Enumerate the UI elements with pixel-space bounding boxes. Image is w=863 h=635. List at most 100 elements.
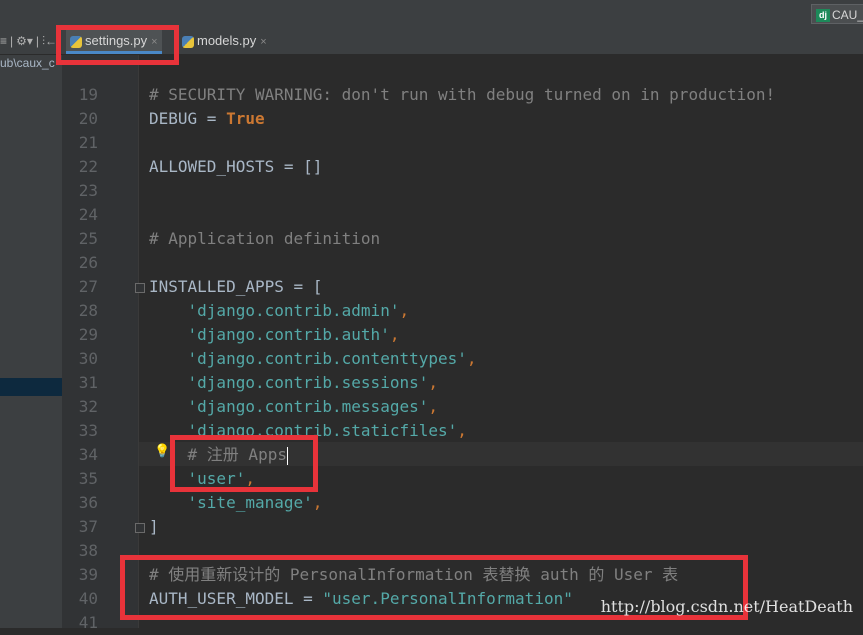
code-text: # SECURITY WARNING: don't run with debug… — [149, 83, 775, 107]
hide-panel-icon[interactable]: ⫶← — [42, 34, 57, 48]
line-number: 33 — [78, 421, 98, 440]
code-token: , — [428, 373, 438, 392]
django-icon: dj — [816, 9, 830, 23]
code-token: ] — [149, 517, 159, 536]
code-line[interactable]: 34 # 注册 Apps — [0, 443, 863, 467]
line-number: 28 — [78, 301, 98, 320]
code-line[interactable]: 33 'django.contrib.staticfiles', — [0, 419, 863, 443]
separator: | — [35, 34, 40, 48]
line-number: 37 — [78, 517, 98, 536]
code-token: 'django.contrib.sessions' — [187, 373, 429, 392]
tab-label: models.py — [197, 33, 257, 48]
line-number: 25 — [78, 229, 98, 248]
line-number: 38 — [78, 541, 98, 560]
code-token: DEBUG = — [149, 109, 227, 128]
collapse-icon[interactable]: ≡ — [0, 34, 7, 48]
code-line[interactable]: 21 — [0, 131, 863, 155]
code-text: 'site_manage', — [149, 491, 323, 515]
line-number: 36 — [78, 493, 98, 512]
code-token: 'django.contrib.admin' — [187, 301, 400, 320]
code-line[interactable]: 22 ALLOWED_HOSTS = [] — [0, 155, 863, 179]
line-number: 41 — [78, 613, 98, 632]
line-number: 39 — [78, 565, 98, 584]
line-number: 22 — [78, 157, 98, 176]
code-line[interactable]: 35 'user', — [0, 467, 863, 491]
code-token: , — [457, 421, 467, 440]
code-token: # SECURITY WARNING: don't run with debug… — [149, 85, 776, 104]
code-token: , — [428, 397, 438, 416]
highlight-box-tab — [56, 25, 179, 65]
run-config-label: CAU_ — [832, 8, 863, 22]
code-token: , — [399, 301, 410, 320]
line-number: 21 — [78, 133, 98, 152]
line-number: 26 — [78, 253, 98, 272]
line-number: 32 — [78, 397, 98, 416]
code-token: ALLOWED_HOSTS = [] — [149, 157, 323, 176]
code-text: 'django.contrib.sessions', — [149, 371, 438, 395]
code-text: ALLOWED_HOSTS = [] — [149, 155, 322, 179]
code-line[interactable]: 30 'django.contrib.contenttypes', — [0, 347, 863, 371]
code-token: # Application definition — [149, 229, 381, 248]
code-line[interactable]: 20 DEBUG = True — [0, 107, 863, 131]
code-token: True — [226, 109, 265, 128]
code-line[interactable]: 32 'django.contrib.messages', — [0, 395, 863, 419]
code-line[interactable]: 27 INSTALLED_APPS = [ — [0, 275, 863, 299]
line-number: 23 — [78, 181, 98, 200]
line-number: 31 — [78, 373, 98, 392]
code-text: INSTALLED_APPS = [ — [149, 275, 322, 299]
code-token: , — [466, 349, 477, 368]
line-number: 19 — [78, 85, 98, 104]
code-line[interactable]: 23 — [0, 179, 863, 203]
line-number: 30 — [78, 349, 98, 368]
code-line[interactable]: 36 'site_manage', — [0, 491, 863, 515]
code-text: 'django.contrib.admin', — [149, 299, 410, 323]
watermark: http://blog.csdn.net/HeatDeath — [600, 597, 853, 616]
code-token: INSTALLED_APPS = [ — [149, 277, 323, 296]
python-file-icon — [182, 35, 194, 48]
code-text: 'django.contrib.contenttypes', — [149, 347, 477, 371]
fold-end-icon[interactable] — [135, 523, 145, 533]
code-text: DEBUG = True — [149, 107, 265, 131]
project-toolbar: ≡ | ⚙▾ | ⫶← — [0, 32, 60, 50]
project-path: ub\caux_c — [0, 56, 55, 70]
code-line[interactable]: 26 — [0, 251, 863, 275]
code-token: , — [389, 325, 400, 344]
close-icon[interactable]: × — [260, 36, 266, 48]
line-number: 34 — [78, 445, 98, 464]
code-line[interactable]: 37] — [0, 515, 863, 539]
fold-start-icon[interactable] — [135, 283, 145, 293]
line-number: 35 — [78, 469, 98, 488]
line-number: 20 — [78, 109, 98, 128]
code-line[interactable]: 19 # SECURITY WARNING: don't run with deb… — [0, 83, 863, 107]
code-text: 'django.contrib.messages', — [149, 395, 438, 419]
line-number: 29 — [78, 325, 98, 344]
gear-icon[interactable]: ⚙▾ — [16, 34, 33, 48]
code-token: 'django.contrib.messages' — [187, 397, 429, 416]
code-token: , — [312, 493, 323, 512]
lightbulb-icon[interactable]: 💡 — [154, 443, 170, 459]
line-number: 40 — [78, 589, 98, 608]
tab-models-py[interactable]: models.py × — [178, 30, 271, 52]
code-text: 'django.contrib.auth', — [149, 323, 400, 347]
line-number: 24 — [78, 205, 98, 224]
code-line[interactable]: 28 'django.contrib.admin', — [0, 299, 863, 323]
line-number: 27 — [78, 277, 98, 296]
separator: | — [10, 34, 14, 48]
highlight-box-apps — [170, 435, 318, 492]
code-line[interactable]: 29 'django.contrib.auth', — [0, 323, 863, 347]
code-line[interactable]: 31 'django.contrib.sessions', — [0, 371, 863, 395]
code-line[interactable]: 25 # Application definition — [0, 227, 863, 251]
code-line[interactable]: 24 — [0, 203, 863, 227]
run-configuration-selector[interactable]: dj CAU_ — [811, 4, 863, 24]
code-text: ] — [149, 515, 159, 539]
code-token: 'django.contrib.auth' — [187, 325, 390, 344]
code-text: # Application definition — [149, 227, 380, 251]
code-token: 'django.contrib.contenttypes' — [187, 349, 467, 368]
code-token: 'site_manage' — [187, 493, 313, 512]
